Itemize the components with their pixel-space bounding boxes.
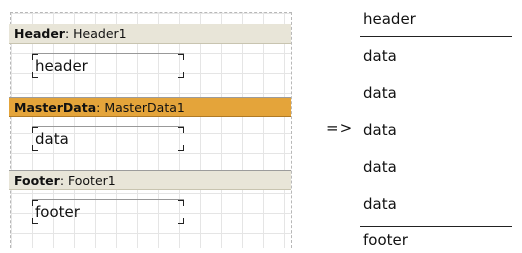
corner-marker — [178, 72, 184, 78]
preview-data-row: data — [363, 47, 397, 65]
corner-marker — [178, 127, 184, 133]
preview-data-row: data — [363, 195, 397, 213]
transform-arrow: => — [326, 119, 354, 137]
corner-marker — [178, 54, 184, 60]
preview-data-row: data — [363, 158, 397, 176]
corner-marker — [178, 200, 184, 206]
preview-header: header — [363, 10, 416, 28]
report-preview: header data data data data data footer — [360, 0, 515, 253]
masterdata-band-type: MasterData — [14, 100, 97, 115]
header-band-type: Header — [14, 26, 65, 41]
footer-band-title[interactable]: Footer: Footer1 — [9, 170, 291, 190]
header-text-object[interactable]: header — [32, 53, 184, 78]
header-band-title[interactable]: Header: Header1 — [9, 24, 291, 44]
masterdata-text-object[interactable]: data — [32, 126, 184, 151]
header-band-name: : Header1 — [64, 26, 127, 41]
header-text-object-label: header — [35, 57, 88, 75]
masterdata-band-title[interactable]: MasterData: MasterData1 — [9, 97, 291, 117]
preview-footer: footer — [363, 231, 408, 249]
footer-text-object-label: footer — [35, 203, 80, 221]
preview-header-underline — [360, 36, 512, 37]
masterdata-text-object-label: data — [35, 130, 69, 148]
footer-band-name: : Footer1 — [59, 173, 116, 188]
masterdata-band-name: : MasterData1 — [96, 100, 185, 115]
preview-footer-overline — [360, 226, 512, 227]
preview-data-row: data — [363, 121, 397, 139]
corner-marker — [178, 145, 184, 151]
corner-marker — [178, 218, 184, 224]
preview-data-row: data — [363, 84, 397, 102]
footer-band-type: Footer — [14, 173, 60, 188]
footer-text-object[interactable]: footer — [32, 199, 184, 224]
